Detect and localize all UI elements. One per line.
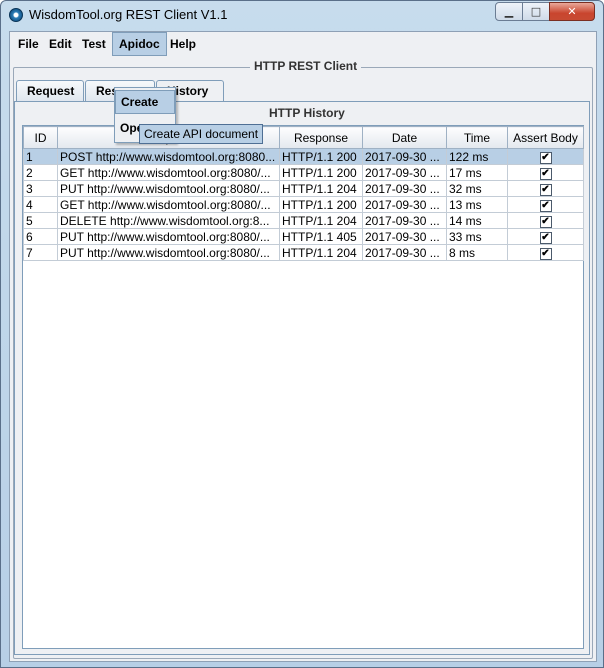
table-row[interactable]: 4 GET http://www.wisdomtool.org:8080/... H…	[23, 196, 584, 213]
history-table-container[interactable]: ID Request Response Date Time Assert Bod…	[22, 125, 584, 649]
assert-body-checkbox[interactable]: ✔	[539, 216, 552, 228]
cell-response: HTTP/1.1 200	[279, 196, 363, 213]
menu-test[interactable]: Test	[76, 32, 112, 56]
cell-id: 3	[23, 180, 58, 197]
column-header-time[interactable]: Time	[446, 126, 508, 149]
cell-request: PUT http://www.wisdomtool.org:8080/...	[57, 244, 280, 261]
cell-assert-body: ✔	[507, 180, 584, 197]
cell-response: HTTP/1.1 200	[279, 148, 363, 165]
cell-time: 32 ms	[446, 180, 508, 197]
cell-assert-body: ✔	[507, 212, 584, 229]
column-header-id[interactable]: ID	[23, 126, 58, 149]
menu-item-create[interactable]: Create	[115, 90, 175, 114]
assert-body-checkbox[interactable]: ✔	[539, 168, 552, 180]
table-row[interactable]: 7 PUT http://www.wisdomtool.org:8080/... H…	[23, 244, 584, 261]
cell-time: 14 ms	[446, 212, 508, 229]
maximize-button[interactable]: □	[522, 2, 550, 21]
history-title: HTTP History	[266, 106, 348, 120]
cell-request: GET http://www.wisdomtool.org:8080/...	[57, 164, 280, 181]
cell-assert-body: ✔	[507, 196, 584, 213]
cell-id: 6	[23, 228, 58, 245]
cell-response: HTTP/1.1 405	[279, 228, 363, 245]
cell-request: PUT http://www.wisdomtool.org:8080/...	[57, 180, 280, 197]
cell-time: 122 ms	[446, 148, 508, 165]
client-area: File Edit Test Apidoc Help HTTP REST Cli…	[9, 31, 597, 662]
cell-request: POST http://www.wisdomtool.org:8080...	[57, 148, 280, 165]
cell-date: 2017-09-30 ...	[362, 196, 447, 213]
create-tooltip: Create API document	[139, 124, 264, 144]
cell-date: 2017-09-30 ...	[362, 228, 447, 245]
menu-edit[interactable]: Edit	[43, 32, 78, 56]
cell-assert-body: ✔	[507, 148, 584, 165]
cell-time: 17 ms	[446, 164, 508, 181]
cell-response: HTTP/1.1 204	[279, 180, 363, 197]
assert-body-checkbox[interactable]: ✔	[539, 152, 552, 164]
minimize-button[interactable]: ▁	[495, 2, 523, 21]
cell-date: 2017-09-30 ...	[362, 212, 447, 229]
tab-request[interactable]: Request	[16, 80, 84, 102]
cell-date: 2017-09-30 ...	[362, 180, 447, 197]
cell-id: 2	[23, 164, 58, 181]
cell-id: 5	[23, 212, 58, 229]
cell-assert-body: ✔	[507, 228, 584, 245]
cell-request: DELETE http://www.wisdomtool.org:8...	[57, 212, 280, 229]
close-button[interactable]: ✕	[549, 2, 595, 21]
table-row[interactable]: 6 PUT http://www.wisdomtool.org:8080/... H…	[23, 228, 584, 245]
cell-id: 7	[23, 244, 58, 261]
assert-body-checkbox[interactable]: ✔	[539, 200, 552, 212]
column-header-date[interactable]: Date	[362, 126, 447, 149]
app-window: WisdomTool.org REST Client V1.1 ▁ □ ✕ Fi…	[0, 0, 604, 668]
assert-body-checkbox[interactable]: ✔	[539, 248, 552, 260]
menu-bar: File Edit Test Apidoc Help	[10, 32, 596, 56]
cell-id: 4	[23, 196, 58, 213]
history-table: ID Request Response Date Time Assert Bod…	[23, 126, 584, 261]
close-icon: ✕	[567, 5, 577, 18]
cell-response: HTTP/1.1 200	[279, 164, 363, 181]
maximize-icon: □	[530, 5, 542, 18]
menu-help[interactable]: Help	[164, 32, 202, 56]
minimize-icon: ▁	[504, 5, 514, 18]
column-header-assert-body[interactable]: Assert Body	[507, 126, 584, 149]
cell-request: GET http://www.wisdomtool.org:8080/...	[57, 196, 280, 213]
cell-time: 33 ms	[446, 228, 508, 245]
menu-apidoc[interactable]: Apidoc	[112, 32, 167, 56]
assert-body-checkbox[interactable]: ✔	[539, 184, 552, 196]
cell-assert-body: ✔	[507, 244, 584, 261]
table-row[interactable]: 3 PUT http://www.wisdomtool.org:8080/... H…	[23, 180, 584, 197]
menu-file[interactable]: File	[12, 32, 45, 56]
cell-request: PUT http://www.wisdomtool.org:8080/...	[57, 228, 280, 245]
cell-time: 13 ms	[446, 196, 508, 213]
cell-response: HTTP/1.1 204	[279, 244, 363, 261]
assert-body-checkbox[interactable]: ✔	[539, 232, 552, 244]
app-logo-icon	[9, 8, 23, 22]
cell-assert-body: ✔	[507, 164, 584, 181]
table-row[interactable]: 1 POST http://www.wisdomtool.org:8080... H…	[23, 148, 584, 165]
table-header-row: ID Request Response Date Time Assert Bod…	[23, 126, 584, 149]
cell-response: HTTP/1.1 204	[279, 212, 363, 229]
frame-title: HTTP REST Client	[250, 59, 362, 73]
column-header-response[interactable]: Response	[279, 126, 363, 149]
table-row[interactable]: 2 GET http://www.wisdomtool.org:8080/... H…	[23, 164, 584, 181]
cell-date: 2017-09-30 ...	[362, 148, 447, 165]
cell-date: 2017-09-30 ...	[362, 244, 447, 261]
table-row[interactable]: 5 DELETE http://www.wisdomtool.org:8... HT…	[23, 212, 584, 229]
window-title: WisdomTool.org REST Client V1.1	[29, 7, 228, 22]
cell-id: 1	[23, 148, 58, 165]
cell-time: 8 ms	[446, 244, 508, 261]
cell-date: 2017-09-30 ...	[362, 164, 447, 181]
title-bar[interactable]: WisdomTool.org REST Client V1.1 ▁ □ ✕	[1, 1, 603, 31]
history-table-body: 1 POST http://www.wisdomtool.org:8080... H…	[23, 148, 584, 261]
